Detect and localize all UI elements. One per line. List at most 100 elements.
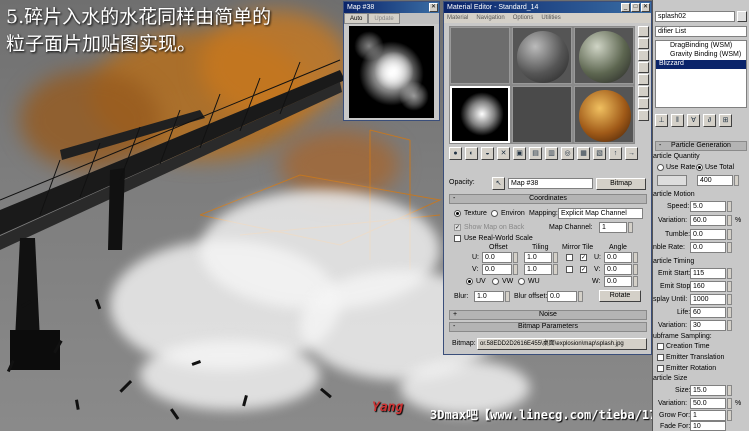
put-to-library-icon[interactable]: ▥	[545, 147, 558, 160]
object-name-field[interactable]: splash02	[655, 11, 735, 22]
menu-material[interactable]: Material	[447, 13, 468, 23]
angle-w-field[interactable]: 0.0	[604, 276, 632, 287]
blur-offset-field[interactable]: 0.0	[547, 291, 577, 302]
bitmap-path-button[interactable]: or.58EDD2D2616E455\桌面\explosion\map\spla…	[477, 338, 647, 350]
total-field[interactable]: 400	[697, 175, 733, 186]
rate-field[interactable]	[657, 175, 687, 186]
material-slot-active[interactable]	[450, 86, 510, 143]
vw-radio[interactable]	[492, 278, 499, 285]
use-total-radio[interactable]	[696, 164, 703, 171]
map-channel-spinner[interactable]	[628, 222, 633, 233]
display-until-field[interactable]: 1000	[690, 294, 726, 305]
tumble-rate-spinner[interactable]	[727, 242, 732, 253]
assign-to-selection-icon[interactable]: ◒	[481, 147, 494, 160]
background-icon[interactable]	[638, 50, 649, 61]
total-spinner[interactable]	[734, 175, 739, 186]
tumble-field[interactable]: 0.0	[690, 229, 726, 240]
material-effects-channel-icon[interactable]: ◎	[561, 147, 574, 160]
display-until-spinner[interactable]	[727, 294, 732, 305]
backlight-icon[interactable]	[638, 38, 649, 49]
material-slot[interactable]	[512, 27, 572, 84]
blur-spinner[interactable]	[505, 291, 510, 302]
object-color-swatch[interactable]	[737, 11, 747, 22]
menu-options[interactable]: Options	[513, 13, 534, 23]
sample-type-icon[interactable]	[638, 26, 649, 37]
use-rate-radio[interactable]	[657, 164, 664, 171]
creation-time-checkbox[interactable]	[657, 343, 664, 350]
map-name-field[interactable]: Map #38	[508, 178, 593, 189]
fade-for-field[interactable]: 10	[690, 421, 726, 431]
put-to-scene-icon[interactable]: ◐	[465, 147, 478, 160]
size-variation-field[interactable]: 50.0	[690, 398, 726, 409]
map-type-button[interactable]: Bitmap	[596, 178, 646, 190]
offset-v-spinner[interactable]	[513, 264, 518, 275]
tile-v-checkbox[interactable]: ✓	[580, 266, 587, 273]
reset-map-icon[interactable]: ✕	[497, 147, 510, 160]
emit-stop-spinner[interactable]	[727, 281, 732, 292]
uv-radio[interactable]	[466, 278, 473, 285]
configure-modifier-sets-icon[interactable]: ⊞	[719, 114, 732, 127]
angle-u-field[interactable]: 0.0	[604, 252, 632, 263]
life-variation-field[interactable]: 30	[690, 320, 726, 331]
stack-item-dragbinding[interactable]: DragBinding (WSM)	[670, 42, 732, 49]
coordinates-rollout[interactable]: - Coordinates	[449, 194, 647, 204]
offset-u-spinner[interactable]	[513, 252, 518, 263]
life-field[interactable]: 60	[690, 307, 726, 318]
material-editor-window[interactable]: Material Editor - Standard_14 _ □ ✕ Mate…	[443, 1, 652, 355]
material-slot[interactable]	[450, 27, 510, 84]
options-icon[interactable]	[638, 98, 649, 109]
menu-utilities[interactable]: Utilities	[541, 13, 560, 23]
bitmap-parameters-rollout[interactable]: - Bitmap Parameters	[449, 322, 647, 332]
get-material-icon[interactable]: ●	[449, 147, 462, 160]
copy-material-icon[interactable]: ▣	[513, 147, 526, 160]
auto-button[interactable]: Auto	[344, 13, 369, 24]
maximize-icon[interactable]: □	[631, 3, 640, 12]
close-icon[interactable]: ✕	[641, 3, 650, 12]
texture-radio[interactable]	[454, 210, 461, 217]
size-variation-spinner[interactable]	[727, 398, 732, 409]
menu-navigation[interactable]: Navigation	[476, 13, 504, 23]
go-forward-sibling-icon[interactable]: →	[625, 147, 638, 160]
blur-field[interactable]: 1.0	[474, 291, 504, 302]
tile-u-checkbox[interactable]: ✓	[580, 254, 587, 261]
life-variation-spinner[interactable]	[727, 320, 732, 331]
rotate-button[interactable]: Rotate	[599, 290, 641, 302]
tumble-spinner[interactable]	[727, 229, 732, 240]
emit-stop-field[interactable]: 160	[690, 281, 726, 292]
material-slot[interactable]	[574, 27, 634, 84]
stack-item-gravity-binding[interactable]: Gravity Binding (WSM)	[670, 51, 741, 58]
angle-w-spinner[interactable]	[633, 276, 638, 287]
show-end-result-icon[interactable]: ‖	[671, 114, 684, 127]
modifier-list-dropdown[interactable]: difier List	[655, 26, 747, 37]
size-spinner[interactable]	[727, 385, 732, 396]
emitter-translation-checkbox[interactable]	[657, 354, 664, 361]
wu-radio[interactable]	[518, 278, 525, 285]
environ-radio[interactable]	[491, 210, 498, 217]
size-field[interactable]: 15.0	[690, 385, 726, 396]
map-preview-window[interactable]: Map #38 ✕ Auto Update	[343, 1, 440, 121]
life-spinner[interactable]	[727, 307, 732, 318]
remove-modifier-icon[interactable]: ∂	[703, 114, 716, 127]
angle-v-field[interactable]: 0.0	[604, 264, 632, 275]
tiling-v-spinner[interactable]	[553, 264, 558, 275]
pin-stack-icon[interactable]: ⊥	[655, 114, 668, 127]
material-slot[interactable]	[512, 86, 572, 143]
emit-start-field[interactable]: 115	[690, 268, 726, 279]
noise-rollout[interactable]: + Noise	[449, 310, 647, 320]
angle-v-spinner[interactable]	[633, 264, 638, 275]
go-to-parent-icon[interactable]: ↑	[609, 147, 622, 160]
speed-field[interactable]: 5.0	[690, 201, 726, 212]
make-preview-icon[interactable]	[638, 86, 649, 97]
emit-start-spinner[interactable]	[727, 268, 732, 279]
speed-spinner[interactable]	[727, 201, 732, 212]
mapping-select[interactable]: Explicit Map Channel	[558, 208, 643, 219]
grow-for-spinner[interactable]	[727, 410, 732, 421]
map-channel-field[interactable]: 1	[599, 222, 627, 233]
variation-field[interactable]: 60.0	[690, 215, 726, 226]
use-real-world-scale-checkbox[interactable]	[454, 235, 461, 242]
tiling-v-field[interactable]: 1.0	[524, 264, 552, 275]
angle-u-spinner[interactable]	[633, 252, 638, 263]
make-unique-icon[interactable]: ▤	[529, 147, 542, 160]
tumble-rate-field[interactable]: 0.0	[690, 242, 726, 253]
sample-uv-tiling-icon[interactable]	[638, 62, 649, 73]
